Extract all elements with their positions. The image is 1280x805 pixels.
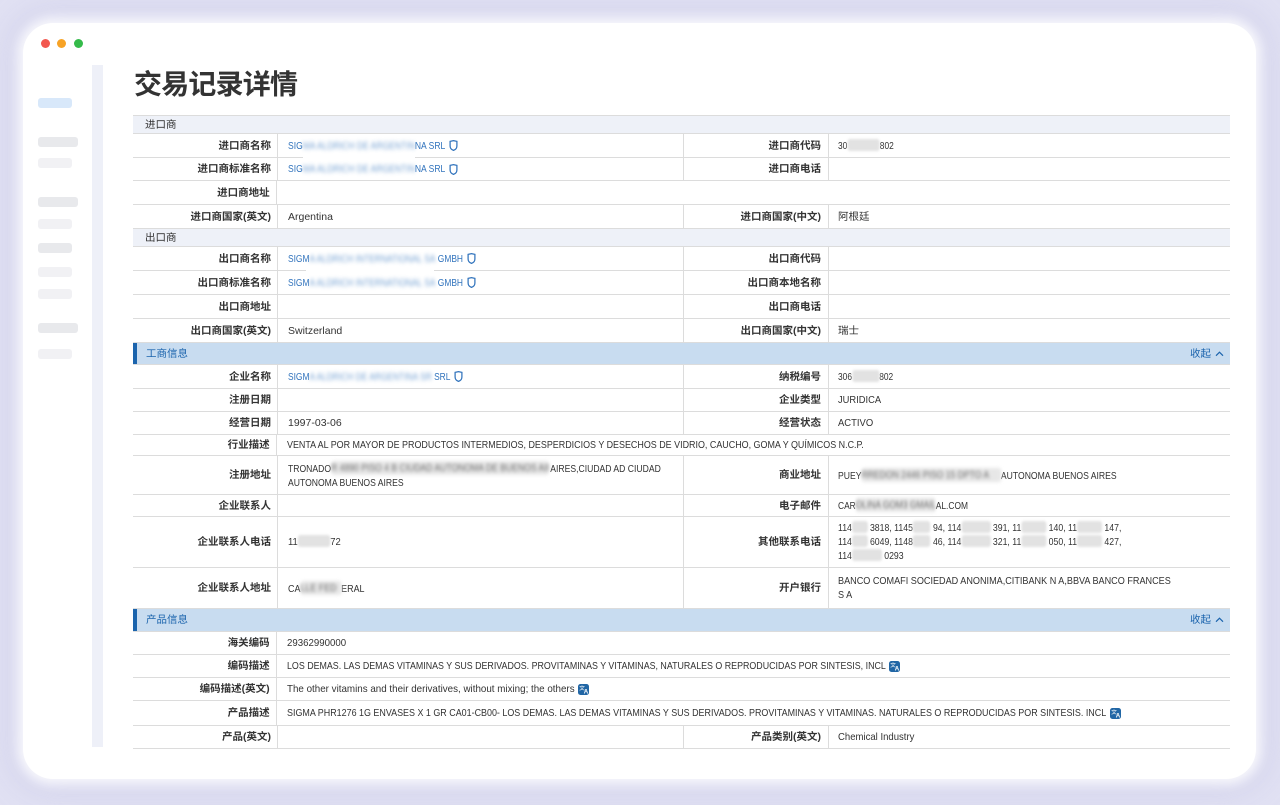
svg-text:A: A <box>1116 712 1121 718</box>
svg-text:A: A <box>584 688 589 694</box>
svg-text:A: A <box>895 665 900 671</box>
